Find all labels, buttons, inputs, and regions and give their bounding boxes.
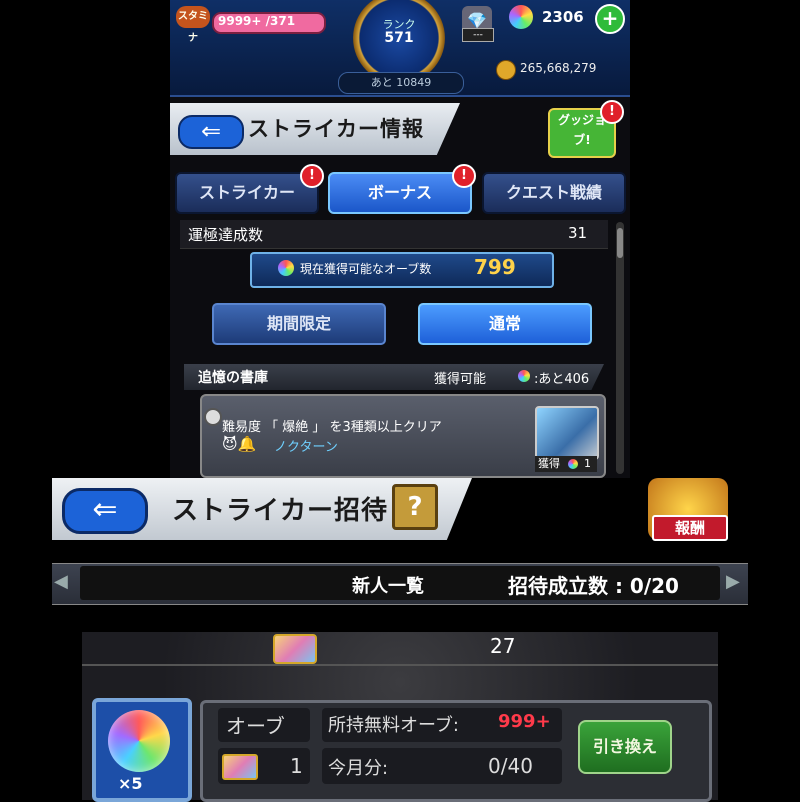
- available-orbs-value: 799: [474, 255, 516, 279]
- invite-page-title: ストライカー招待: [172, 496, 389, 526]
- available-orbs-label: 現在獲得可能なオーブ数: [300, 262, 432, 276]
- good-job-alert-icon: !: [600, 100, 624, 124]
- orb-icon: [568, 459, 578, 469]
- reward-value: 1: [584, 457, 591, 470]
- tab-striker-alert-icon: !: [300, 164, 324, 188]
- limited-time-button[interactable]: 期間限定: [212, 303, 386, 345]
- reward-badge-label[interactable]: 報酬: [652, 515, 728, 541]
- back-button[interactable]: ⇐: [178, 115, 244, 149]
- newcomer-list-title: 新人一覧: [352, 576, 424, 597]
- luck-label: 運極達成数: [188, 226, 264, 244]
- mission-reward: 獲得 1: [535, 456, 597, 472]
- rank-value: 571: [384, 30, 414, 46]
- scroll-thumb[interactable]: [617, 228, 623, 258]
- free-orb-label: 所持無料オーブ:: [328, 715, 459, 736]
- element-icons: 😈🔔: [222, 435, 257, 453]
- scrollbar[interactable]: [616, 222, 624, 474]
- help-button[interactable]: ?: [392, 484, 438, 530]
- page-title: ストライカー情報: [248, 117, 424, 141]
- tab-bonus-alert-icon: !: [452, 164, 476, 188]
- ticket-icon: [222, 754, 258, 780]
- exp-remaining: あと 10849: [338, 72, 464, 94]
- coin-icon: [496, 60, 516, 80]
- mission-description: 難易度 「 爆絶 」 を3種類以上クリア: [222, 420, 442, 435]
- stamina-icon: スタミナ: [176, 6, 210, 44]
- obtainable-label: 獲得可能: [434, 372, 487, 387]
- mission-status-icon: [204, 408, 222, 426]
- monthly-label: 今月分:: [328, 758, 389, 779]
- orb-icon: [278, 260, 294, 276]
- orb-icon: [509, 5, 533, 29]
- free-orb-value: 999+: [498, 711, 551, 732]
- right-arrow-icon[interactable]: ▶: [726, 571, 740, 592]
- mission-target: ノクターン: [274, 440, 338, 455]
- invite-count: 招待成立数 : 0/20: [508, 574, 679, 598]
- buy-orbs-button[interactable]: +: [595, 4, 625, 34]
- coin-count: 265,668,279: [520, 61, 597, 75]
- section-title: 追憶の書庫: [198, 370, 268, 386]
- tab-striker[interactable]: ストライカー: [175, 172, 319, 214]
- orb-multiplier: ×5: [118, 774, 143, 793]
- tab-quest-record[interactable]: クエスト戦績: [482, 172, 626, 214]
- orb-count: 2306: [542, 8, 584, 26]
- treasure-status: ---: [462, 28, 494, 42]
- orb-icon: [108, 710, 170, 772]
- orb-label: オーブ: [226, 714, 285, 738]
- normal-button[interactable]: 通常: [418, 303, 592, 345]
- invite-back-button[interactable]: ⇐: [62, 488, 148, 534]
- luck-value: 31: [568, 224, 588, 242]
- ticket-icon: [273, 634, 317, 664]
- exchange-button[interactable]: 引き換え: [578, 720, 672, 774]
- character-thumbnail[interactable]: [535, 406, 599, 460]
- orb-icon: [518, 370, 530, 382]
- obtainable-remaining: :あと406: [534, 372, 590, 387]
- reward-label: 獲得: [538, 457, 560, 470]
- tab-bonus[interactable]: ボーナス: [328, 172, 472, 214]
- ticket-cost: 1: [290, 754, 303, 778]
- striker-info-screen: スタミナ 9999+ /371 ランク 571 あと 10849 💎 --- 2…: [170, 0, 630, 478]
- monthly-value: 0/40: [488, 754, 533, 778]
- stamina-value: 9999+ /371: [218, 14, 296, 28]
- ticket-count: 27: [490, 634, 516, 658]
- divider: [82, 664, 718, 666]
- left-arrow-icon[interactable]: ◀: [54, 571, 68, 592]
